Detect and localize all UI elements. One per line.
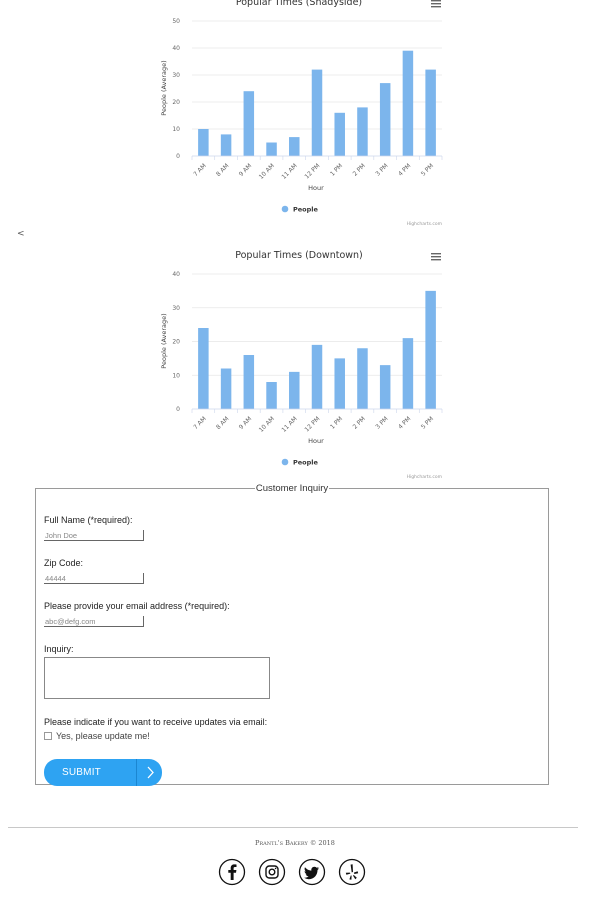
chart-svg-downtown: Popular Times (Downtown) 0 10 20 30 40 7 AM 8… [160,250,443,480]
bar[interactable] [334,358,345,409]
chart-credits[interactable]: Highcharts.com [407,221,442,227]
y-tick-label: 30 [172,72,180,79]
chart-title: Popular Times (Downtown) [235,250,363,261]
fullname-label: Full Name (*required): [44,515,133,525]
updates-checkbox[interactable] [44,732,52,740]
x-tick-label: 7 AM [192,415,208,431]
updates-checkbox-row: Yes, please update me! [44,731,150,741]
x-tick-label: 11 AM [280,162,298,180]
x-tick-label: 10 AM [258,415,276,433]
y-tick-label: 10 [172,372,180,379]
legend-marker [281,458,289,466]
x-tick-label: 2 PM [352,162,367,177]
bar[interactable] [311,344,323,409]
y-tick-label: 40 [172,271,180,278]
x-tick-label: 9 AM [238,415,254,431]
email-input[interactable] [44,616,144,627]
y-tick-label: 30 [172,305,180,312]
x-tick-label: 11 AM [280,415,298,433]
bar[interactable] [379,365,391,409]
bar[interactable] [198,328,209,409]
x-axis-title: Hour [308,437,324,445]
bar[interactable] [425,290,436,409]
bar[interactable] [220,368,232,410]
bar[interactable] [379,83,391,156]
inquiry-textarea[interactable] [44,657,270,699]
x-axis-title: Hour [308,184,324,192]
x-tick-label: 10 AM [258,162,276,180]
x-tick-label: 1 PM [329,415,344,430]
y-axis-title: People (Average) [160,60,168,115]
bar[interactable] [220,134,232,156]
bar[interactable] [402,338,414,409]
bar[interactable] [357,107,368,156]
x-tick-label: 3 PM [374,415,389,430]
bar[interactable] [266,142,277,157]
form-legend: Customer Inquiry [255,483,329,494]
y-tick-label: 20 [172,99,180,106]
x-tick-label: 12 PM [303,415,321,433]
legend-label[interactable]: People [293,206,319,214]
chevron-right-icon [147,766,154,779]
zip-input[interactable] [44,573,144,584]
y-tick-label: 0 [176,153,180,160]
zip-label: Zip Code: [44,558,84,568]
y-tick-label: 40 [172,45,180,52]
chart-credits[interactable]: Highcharts.com [407,474,442,480]
social-links [218,858,378,890]
x-tick-label: 9 AM [238,162,254,178]
x-tick-label: 2 PM [352,415,367,430]
chart-shadyside: Popular Times (Shadyside) 0 10 20 30 40 50 7 … [150,0,450,232]
menu-icon[interactable] [431,253,441,261]
updates-label: Please indicate if you want to receive u… [44,717,268,727]
bar[interactable] [243,91,255,156]
x-tick-label: 4 PM [397,415,412,430]
bar[interactable] [311,69,323,156]
submit-label: SUBMIT [62,767,101,778]
copyright-text: Prantl's Bakery © 2018 [255,839,335,847]
bar[interactable] [243,355,255,409]
x-tick-label: 1 PM [329,162,344,177]
bar[interactable] [334,112,345,156]
bar[interactable] [289,371,300,409]
bar[interactable] [402,50,414,157]
bar[interactable] [198,129,209,156]
submit-button[interactable]: SUBMIT [44,759,162,786]
legend-label[interactable]: People [293,459,319,467]
x-tick-label: 5 PM [420,162,435,177]
footer-divider [8,827,578,828]
updates-checkbox-label[interactable]: Yes, please update me! [56,731,150,741]
y-tick-label: 20 [172,339,180,346]
bar[interactable] [289,137,300,156]
chart-title: Popular Times (Shadyside) [236,0,362,8]
x-tick-label: 4 PM [397,162,412,177]
x-tick-label: 5 PM [420,415,435,430]
bar[interactable] [425,69,436,156]
twitter-icon[interactable] [298,858,326,886]
x-tick-label: 3 PM [374,162,389,177]
inquiry-label: Inquiry: [44,644,74,654]
x-tick-label: 7 AM [192,162,208,178]
x-tick-label: 12 PM [303,162,321,180]
bar[interactable] [357,348,368,409]
y-tick-label: 10 [172,126,180,133]
yelp-icon[interactable] [338,858,366,886]
legend-marker [281,205,289,213]
x-tick-label: 8 AM [215,162,231,178]
customer-inquiry-form: Customer Inquiry Full Name (*required): … [35,483,549,786]
instagram-icon[interactable] [258,858,286,886]
y-tick-label: 0 [176,406,180,413]
back-arrow[interactable]: < [17,229,25,239]
chart-downtown: Popular Times (Downtown) 0 10 20 30 40 7 AM 8… [150,243,450,485]
x-tick-label: 8 AM [215,415,231,431]
submit-divider [136,759,137,786]
y-axis-title: People (Average) [160,313,168,368]
menu-icon[interactable] [431,0,441,8]
fullname-input[interactable] [44,530,144,541]
y-tick-label: 50 [172,18,180,25]
facebook-icon[interactable] [218,858,246,886]
bar[interactable] [266,382,277,409]
chart-svg-shadyside: Popular Times (Shadyside) 0 10 20 30 40 50 7 … [160,0,443,227]
email-label: Please provide your email address (*requ… [44,601,230,611]
